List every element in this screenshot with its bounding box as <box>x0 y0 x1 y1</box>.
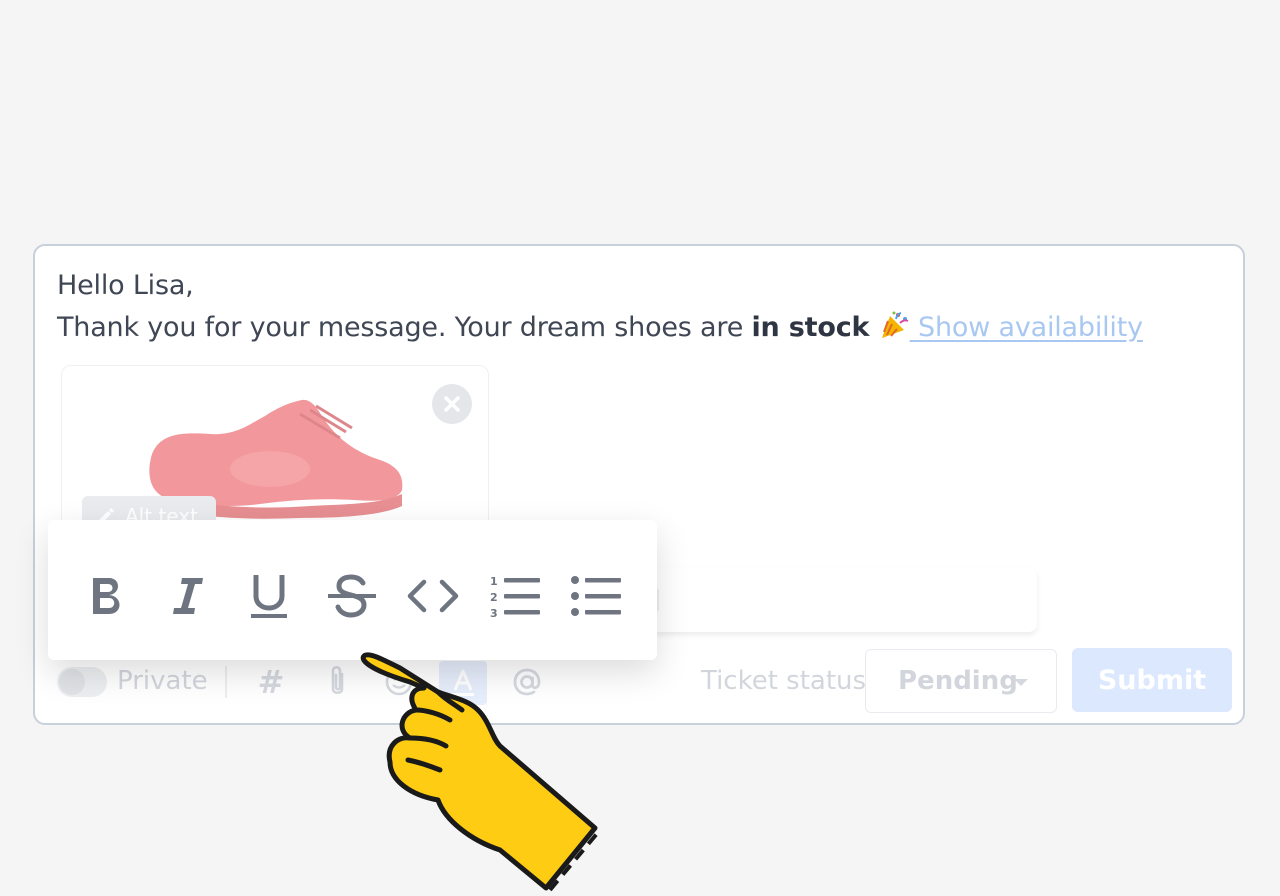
ordered-list-icon[interactable]: 1 2 3 <box>487 568 543 624</box>
svg-text:3: 3 <box>490 607 498 619</box>
submit-button[interactable]: Submit <box>1072 648 1232 712</box>
bold-icon[interactable] <box>79 568 135 624</box>
svg-text:2: 2 <box>490 591 498 604</box>
ticket-status-value: Pending <box>898 666 1018 696</box>
message-text: Thank you for your message. Your dream s… <box>57 312 752 343</box>
in-stock-bold-text: in stock <box>751 312 870 343</box>
private-label: Private <box>117 666 208 696</box>
ticket-status-dropdown[interactable]: Pending <box>865 649 1057 713</box>
party-popper-icon <box>878 310 910 340</box>
remove-image-button[interactable] <box>432 384 472 424</box>
message-line: Thank you for your message. Your dream s… <box>57 310 1143 343</box>
code-icon[interactable] <box>405 568 461 624</box>
greeting-line: Hello Lisa, <box>57 270 194 301</box>
ticket-status-label: Ticket status <box>701 666 867 696</box>
underline-icon[interactable] <box>241 568 297 624</box>
close-icon <box>444 396 460 412</box>
pointing-hand-icon <box>360 652 602 892</box>
hash-icon[interactable]: # <box>253 663 289 701</box>
faded-input-field <box>625 568 1037 632</box>
strikethrough-icon[interactable] <box>324 568 380 624</box>
italic-icon[interactable] <box>159 568 215 624</box>
formatting-toolbar: 1 2 3 <box>48 520 657 660</box>
chevron-down-icon <box>1014 679 1028 686</box>
private-toggle[interactable] <box>57 667 107 697</box>
divider <box>225 666 227 698</box>
bullet-list-icon[interactable] <box>568 568 624 624</box>
toggle-knob <box>59 669 85 695</box>
svg-text:1: 1 <box>490 575 498 588</box>
show-availability-link[interactable]: Show availability <box>910 312 1143 343</box>
page-background: Hello Lisa, Thank you for your message. … <box>0 0 1280 896</box>
